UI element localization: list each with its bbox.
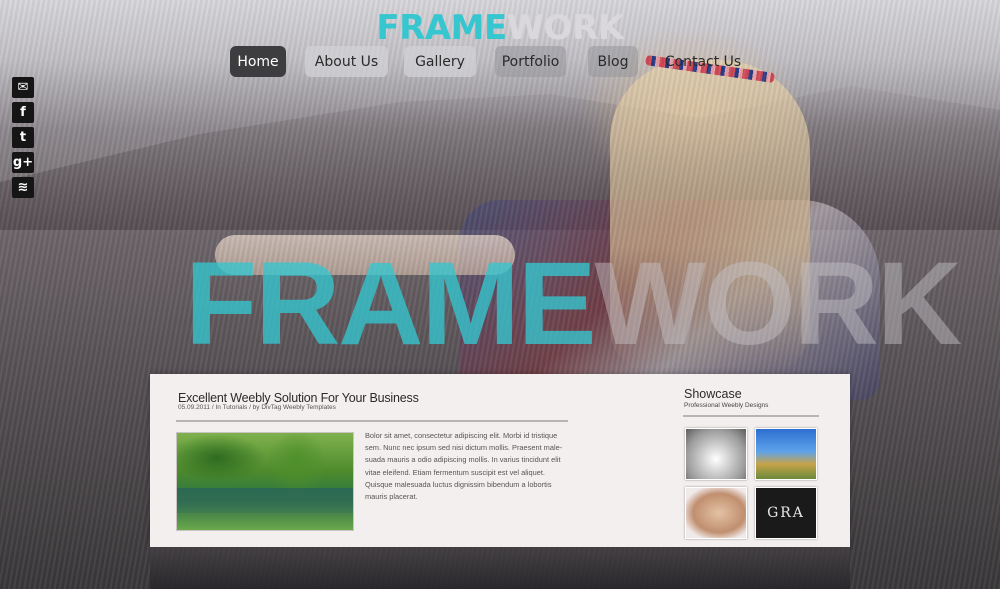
nav-home[interactable]: Home bbox=[230, 46, 286, 77]
logo-part-2: WORK bbox=[506, 8, 624, 48]
divider bbox=[683, 415, 819, 417]
showcase-subtitle: Professional Weebly Designs bbox=[684, 402, 769, 409]
rss-icon[interactable]: ≋ bbox=[12, 177, 34, 198]
showcase-thumb-1[interactable] bbox=[685, 428, 747, 480]
post-meta: 05.09.2011 / In Tutorials / by DivTag We… bbox=[178, 404, 336, 411]
email-icon[interactable]: ✉ bbox=[12, 77, 34, 98]
showcase-thumb-4[interactable]: GRA bbox=[755, 487, 817, 539]
nav-portfolio[interactable]: Portfolio bbox=[495, 46, 566, 77]
googleplus-icon[interactable]: g+ bbox=[12, 152, 34, 173]
hero-watermark: FRAMEWORK bbox=[185, 245, 962, 363]
hero-word-part-1: FRAME bbox=[185, 238, 597, 370]
footer-band bbox=[150, 547, 850, 589]
nav-blog[interactable]: Blog bbox=[588, 46, 638, 77]
site-logo[interactable]: FRAMEWORK bbox=[0, 8, 1000, 48]
content-panel: Excellent Weebly Solution For Your Busin… bbox=[150, 374, 850, 547]
logo-part-1: FRAME bbox=[376, 8, 507, 48]
post-image[interactable] bbox=[176, 432, 354, 531]
divider bbox=[176, 420, 568, 422]
nav-gallery[interactable]: Gallery bbox=[404, 46, 476, 77]
post-title[interactable]: Excellent Weebly Solution For Your Busin… bbox=[178, 391, 419, 405]
showcase-thumb-2[interactable] bbox=[755, 428, 817, 480]
twitter-icon[interactable]: t bbox=[12, 127, 34, 148]
thumb-4-text: GRA bbox=[767, 505, 805, 521]
nav-contact-us[interactable]: Contact Us bbox=[658, 46, 748, 77]
main-nav: Home About Us Gallery Portfolio Blog Con… bbox=[0, 46, 1000, 78]
nav-about-us[interactable]: About Us bbox=[305, 46, 388, 77]
social-links: ✉ f t g+ ≋ bbox=[12, 77, 36, 202]
showcase-thumb-3[interactable] bbox=[685, 487, 747, 539]
facebook-icon[interactable]: f bbox=[12, 102, 34, 123]
hill-shape bbox=[0, 86, 1000, 230]
showcase-title: Showcase bbox=[684, 387, 742, 401]
post-body: Bolor sit amet, consectetur adipiscing e… bbox=[365, 431, 563, 502]
hero-word-part-2: WORK bbox=[594, 238, 963, 370]
